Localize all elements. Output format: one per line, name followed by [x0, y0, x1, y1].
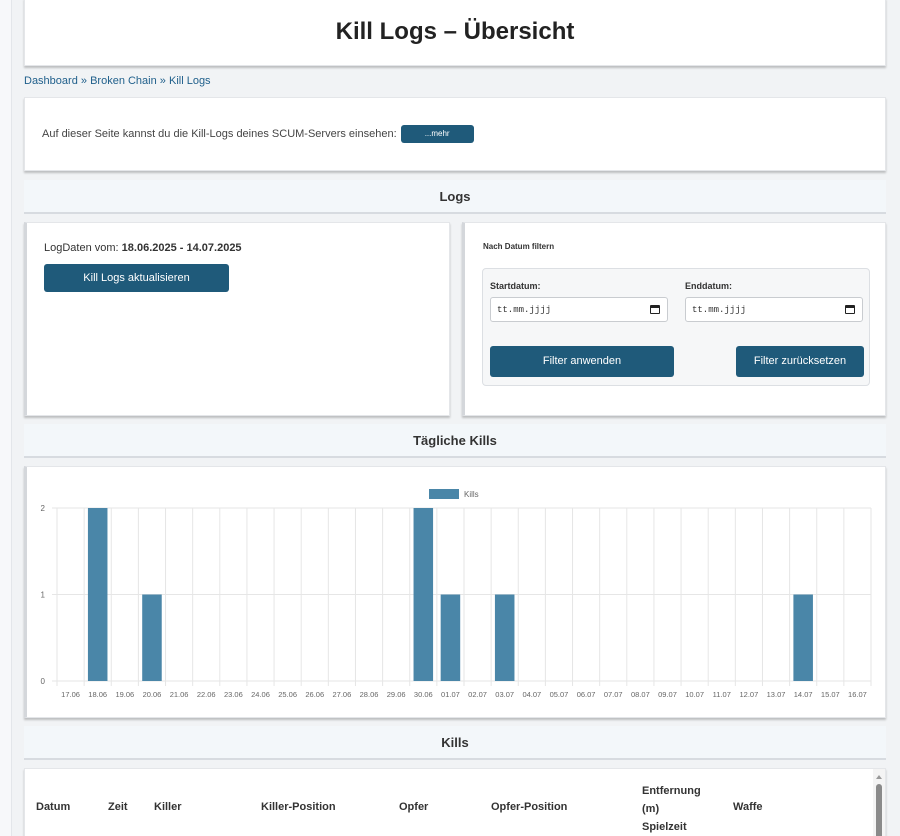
- calendar-icon[interactable]: [650, 305, 660, 314]
- chart-bar: [413, 508, 434, 681]
- chart-x-tick-label: 14.07: [794, 690, 813, 699]
- column-header-entfernung: Entfernung: [642, 785, 701, 797]
- log-info-card: LogDaten vom: 18.06.2025 - 14.07.2025 Ki…: [24, 222, 450, 416]
- breadcrumb: Dashboard » Broken Chain » Kill Logs: [24, 75, 211, 87]
- chart-x-tick-label: 03.07: [495, 690, 514, 699]
- section-header-daily-kills: Tägliche Kills: [24, 424, 886, 458]
- chart-x-tick-label: 20.06: [143, 690, 162, 699]
- kills-table-header: Datum Zeit Killer Killer-Position Opfer …: [25, 769, 875, 836]
- table-scrollbar[interactable]: [873, 769, 885, 836]
- chart-x-tick-label: 28.06: [360, 690, 379, 699]
- chart-x-tick-label: 04.07: [522, 690, 541, 699]
- chart-bar: [793, 594, 813, 681]
- chart-x-tick-label: 25.06: [278, 690, 297, 699]
- end-date-placeholder: tt.mm.jjjj: [692, 304, 747, 315]
- chart-x-tick-label: 24.06: [251, 690, 270, 699]
- log-date-range: 18.06.2025 - 14.07.2025: [121, 242, 242, 254]
- column-header-unit: (m): [642, 803, 660, 815]
- column-header-opfer[interactable]: Opfer: [399, 801, 428, 813]
- chart-legend-label: Kills: [464, 490, 479, 499]
- chart-x-tick-label: 11.07: [713, 690, 731, 699]
- filter-title: Nach Datum filtern: [483, 242, 555, 251]
- chart-x-tick-label: 09.07: [658, 690, 677, 699]
- info-card: Auf dieser Seite kannst du die Kill-Logs…: [24, 97, 886, 171]
- column-header-spielzeit: Spielzeit: [642, 821, 687, 833]
- breadcrumb-separator: »: [159, 75, 166, 87]
- end-date-label: Enddatum:: [685, 281, 732, 291]
- column-header-waffe[interactable]: Waffe: [733, 801, 763, 813]
- chart-x-tick-label: 02.07: [468, 690, 487, 699]
- chart-bar: [87, 508, 108, 681]
- column-header-killer[interactable]: Killer: [154, 801, 182, 813]
- chart-x-tick-label: 26.06: [305, 690, 324, 699]
- chart-y-tick-label: 2: [41, 504, 46, 513]
- more-button[interactable]: ...mehr: [400, 125, 474, 143]
- chart-bar: [494, 594, 515, 681]
- info-text: Auf dieser Seite kannst du die Kill-Logs…: [42, 128, 397, 140]
- chart-x-tick-label: 30.06: [414, 690, 433, 699]
- chart-x-tick-label: 07.07: [604, 690, 623, 699]
- chart-x-tick-label: 08.07: [631, 690, 650, 699]
- filter-form: Startdatum: Enddatum: tt.mm.jjjj tt.mm.j…: [482, 268, 870, 386]
- kills-table-card: Datum Zeit Killer Killer-Position Opfer …: [24, 768, 886, 836]
- chart-x-tick-label: 05.07: [550, 690, 569, 699]
- page-title-card: Kill Logs – Übersicht: [24, 0, 886, 66]
- log-date-label: LogDaten vom:: [44, 242, 119, 254]
- chart-legend-swatch: [429, 489, 459, 499]
- daily-kills-chart: 0 1 2 17.06 18.06 19.06 20.06 21.06 22.06 23.06 24…: [41, 489, 872, 699]
- chart-x-tick-label: 22.06: [197, 690, 216, 699]
- page-title: Kill Logs – Übersicht: [335, 18, 575, 45]
- scroll-up-arrow-icon[interactable]: [876, 775, 882, 779]
- end-date-input[interactable]: tt.mm.jjjj: [685, 297, 863, 322]
- daily-kills-chart-card: 0 1 2 17.06 18.06 19.06 20.06 21.06 22.06 23.06 24…: [24, 466, 886, 718]
- scroll-thumb[interactable]: [876, 784, 882, 836]
- column-header-zeit[interactable]: Zeit: [108, 801, 128, 813]
- start-date-input[interactable]: tt.mm.jjjj: [490, 297, 668, 322]
- chart-x-tick-label: 27.06: [333, 690, 352, 699]
- sidebar-edge: [0, 0, 12, 836]
- chart-x-tick-label: 29.06: [387, 690, 406, 699]
- breadcrumb-kill-logs[interactable]: Kill Logs: [169, 75, 211, 87]
- section-header-logs: Logs: [24, 180, 886, 214]
- log-date-line: LogDaten vom: 18.06.2025 - 14.07.2025: [44, 242, 449, 254]
- chart-x-tick-label: 17.06: [61, 690, 80, 699]
- chart-x-tick-label: 12.07: [740, 690, 759, 699]
- chart-y-tick-label: 1: [41, 591, 46, 600]
- column-header-entfernung-spielzeit[interactable]: Entfernung (m) Spielzeit: [642, 782, 701, 836]
- chart-bar: [440, 594, 461, 681]
- breadcrumb-broken-chain[interactable]: Broken Chain: [90, 75, 157, 87]
- chart-x-tick-label: 13.07: [767, 690, 786, 699]
- chart-x-tick-label: 01.07: [441, 690, 460, 699]
- start-date-placeholder: tt.mm.jjjj: [497, 304, 552, 315]
- chart-x-tick-label: 23.06: [224, 690, 243, 699]
- refresh-kill-logs-button[interactable]: Kill Logs aktualisieren: [44, 264, 229, 292]
- breadcrumb-separator: »: [80, 75, 88, 87]
- column-header-killer-position[interactable]: Killer-Position: [261, 801, 336, 813]
- chart-x-tick-label: 06.07: [577, 690, 596, 699]
- chart-x-tick-label: 16.07: [848, 690, 867, 699]
- column-header-opfer-position[interactable]: Opfer-Position: [491, 801, 567, 813]
- calendar-icon[interactable]: [845, 305, 855, 314]
- date-filter-card: Nach Datum filtern Startdatum: Enddatum:…: [462, 222, 886, 416]
- column-header-datum[interactable]: Datum: [36, 801, 70, 813]
- chart-y-tick-label: 0: [41, 677, 46, 686]
- reset-filter-button[interactable]: Filter zurücksetzen: [736, 346, 864, 377]
- chart-bar: [142, 594, 162, 681]
- chart-x-tick-label: 19.06: [115, 690, 134, 699]
- breadcrumb-dashboard[interactable]: Dashboard: [24, 75, 78, 87]
- chart-x-tick-label: 10.07: [685, 690, 704, 699]
- chart-x-tick-label: 18.06: [88, 690, 107, 699]
- chart-x-tick-label: 21.06: [170, 690, 189, 699]
- section-header-kills: Kills: [24, 726, 886, 760]
- apply-filter-button[interactable]: Filter anwenden: [490, 346, 674, 377]
- chart-x-tick-label: 15.07: [821, 690, 840, 699]
- start-date-label: Startdatum:: [490, 281, 541, 291]
